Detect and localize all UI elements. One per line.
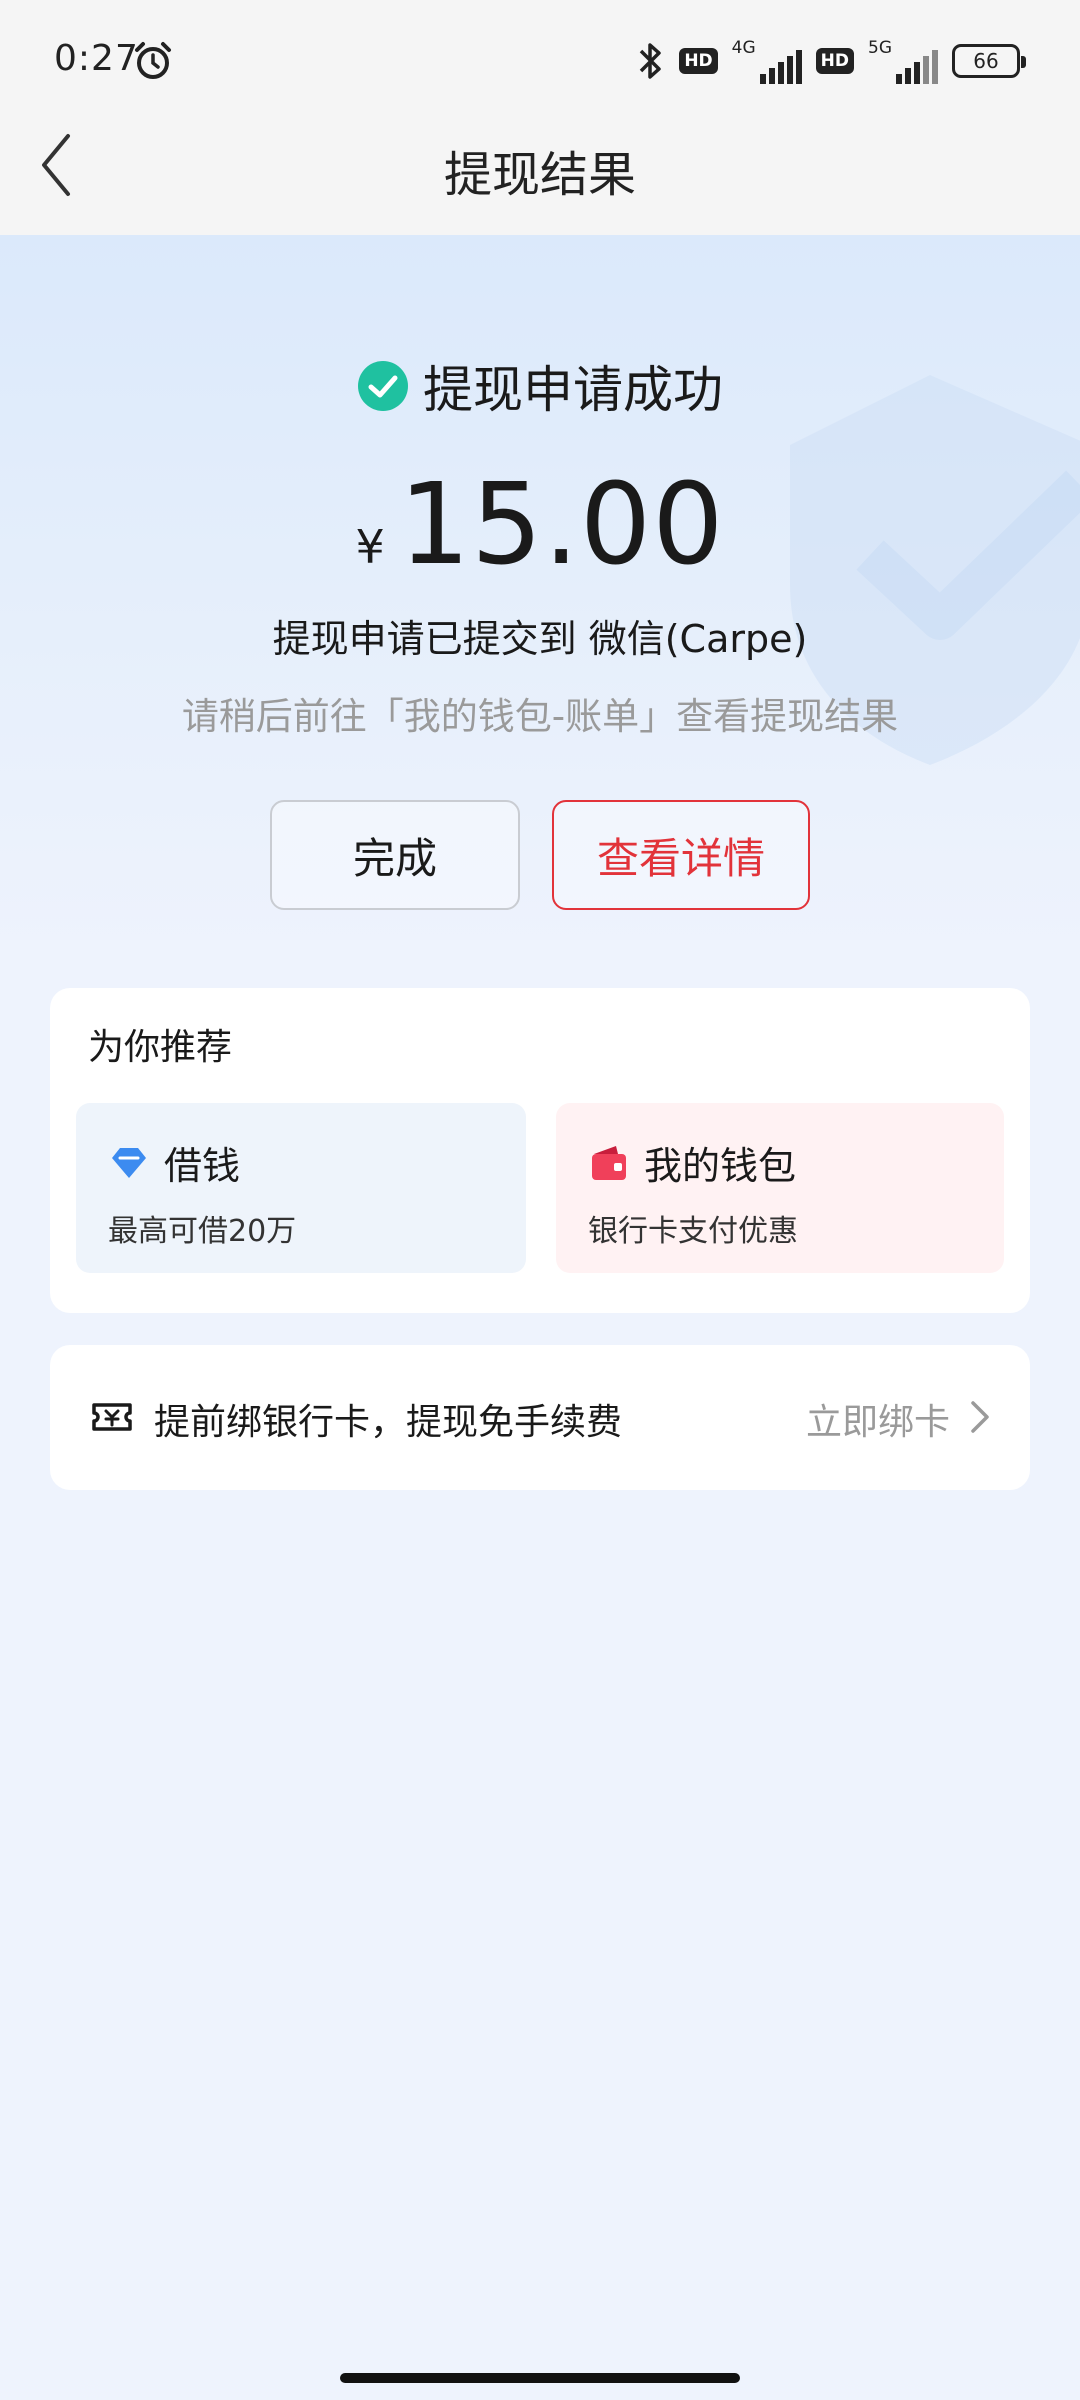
recommend-title: 为你推荐 [88, 1027, 233, 1068]
network-label: 5G [868, 38, 892, 58]
recommend-item-sub: 银行卡支付优惠 [588, 1214, 798, 1249]
wallet-icon [592, 1145, 626, 1180]
recommend-item-header: 我的钱包 [588, 1135, 796, 1190]
amount-value: 15.00 [398, 460, 725, 590]
signal-icon [896, 50, 938, 84]
view-details-button[interactable]: 查看详情 [552, 800, 810, 910]
submitted-text: 提现申请已提交到 微信(Carpe) [272, 617, 808, 661]
currency-symbol: ¥ [355, 520, 385, 574]
ticket-icon [92, 1403, 132, 1431]
recommend-item-sub: 最高可借20万 [108, 1214, 297, 1249]
bind-card-row[interactable]: 提前绑银行卡，提现免手续费 立即绑卡 [50, 1345, 1030, 1490]
result-hero [0, 235, 1080, 955]
battery-level: 66 [973, 49, 999, 73]
status-indicators: HD 4G HD 5G 66 [635, 36, 1026, 86]
battery-icon: 66 [952, 44, 1026, 78]
check-circle-icon [358, 361, 408, 411]
recommend-item-label: 我的钱包 [644, 1144, 797, 1188]
recommend-item-label: 借钱 [164, 1144, 241, 1188]
done-button[interactable]: 完成 [270, 800, 520, 910]
hd-badge: HD [679, 48, 718, 74]
amount-display: ¥ 15.00 [0, 460, 1080, 590]
signal-icon [759, 50, 802, 84]
network-label: 4G [731, 38, 756, 58]
bind-card-link[interactable]: 立即绑卡 [806, 1393, 950, 1445]
bluetooth-icon [640, 43, 662, 79]
status-bar: 0:27 HD 4G HD 5G 66 [0, 0, 1080, 120]
hint-text: 请稍后前往「我的钱包-账单」查看提现结果 [181, 695, 899, 738]
recommend-item-wallet[interactable]: 我的钱包 银行卡支付优惠 [556, 1103, 1004, 1273]
hd-badge: HD [815, 48, 854, 74]
success-status: 提现申请成功 [0, 350, 1080, 422]
status-time: 0:27 [54, 38, 139, 79]
recommend-item-header: 借钱 [108, 1135, 240, 1190]
alarm-icon [135, 42, 171, 79]
bind-card-text: 提前绑银行卡，提现免手续费 [154, 1402, 623, 1443]
recommend-item-loan[interactable]: 借钱 最高可借20万 [76, 1103, 526, 1273]
network-4g: 4G [732, 38, 802, 84]
success-text: 提现申请成功 [423, 361, 723, 419]
home-indicator[interactable] [340, 2373, 740, 2383]
chevron-right-icon [971, 1401, 989, 1433]
network-5g: 5G [868, 38, 938, 84]
recommend-card: 为你推荐 借钱 最高可借20万 我的钱包 银行卡支付优惠 [50, 988, 1030, 1313]
page-title: 提现结果 [443, 147, 636, 203]
diamond-icon [112, 1147, 146, 1178]
